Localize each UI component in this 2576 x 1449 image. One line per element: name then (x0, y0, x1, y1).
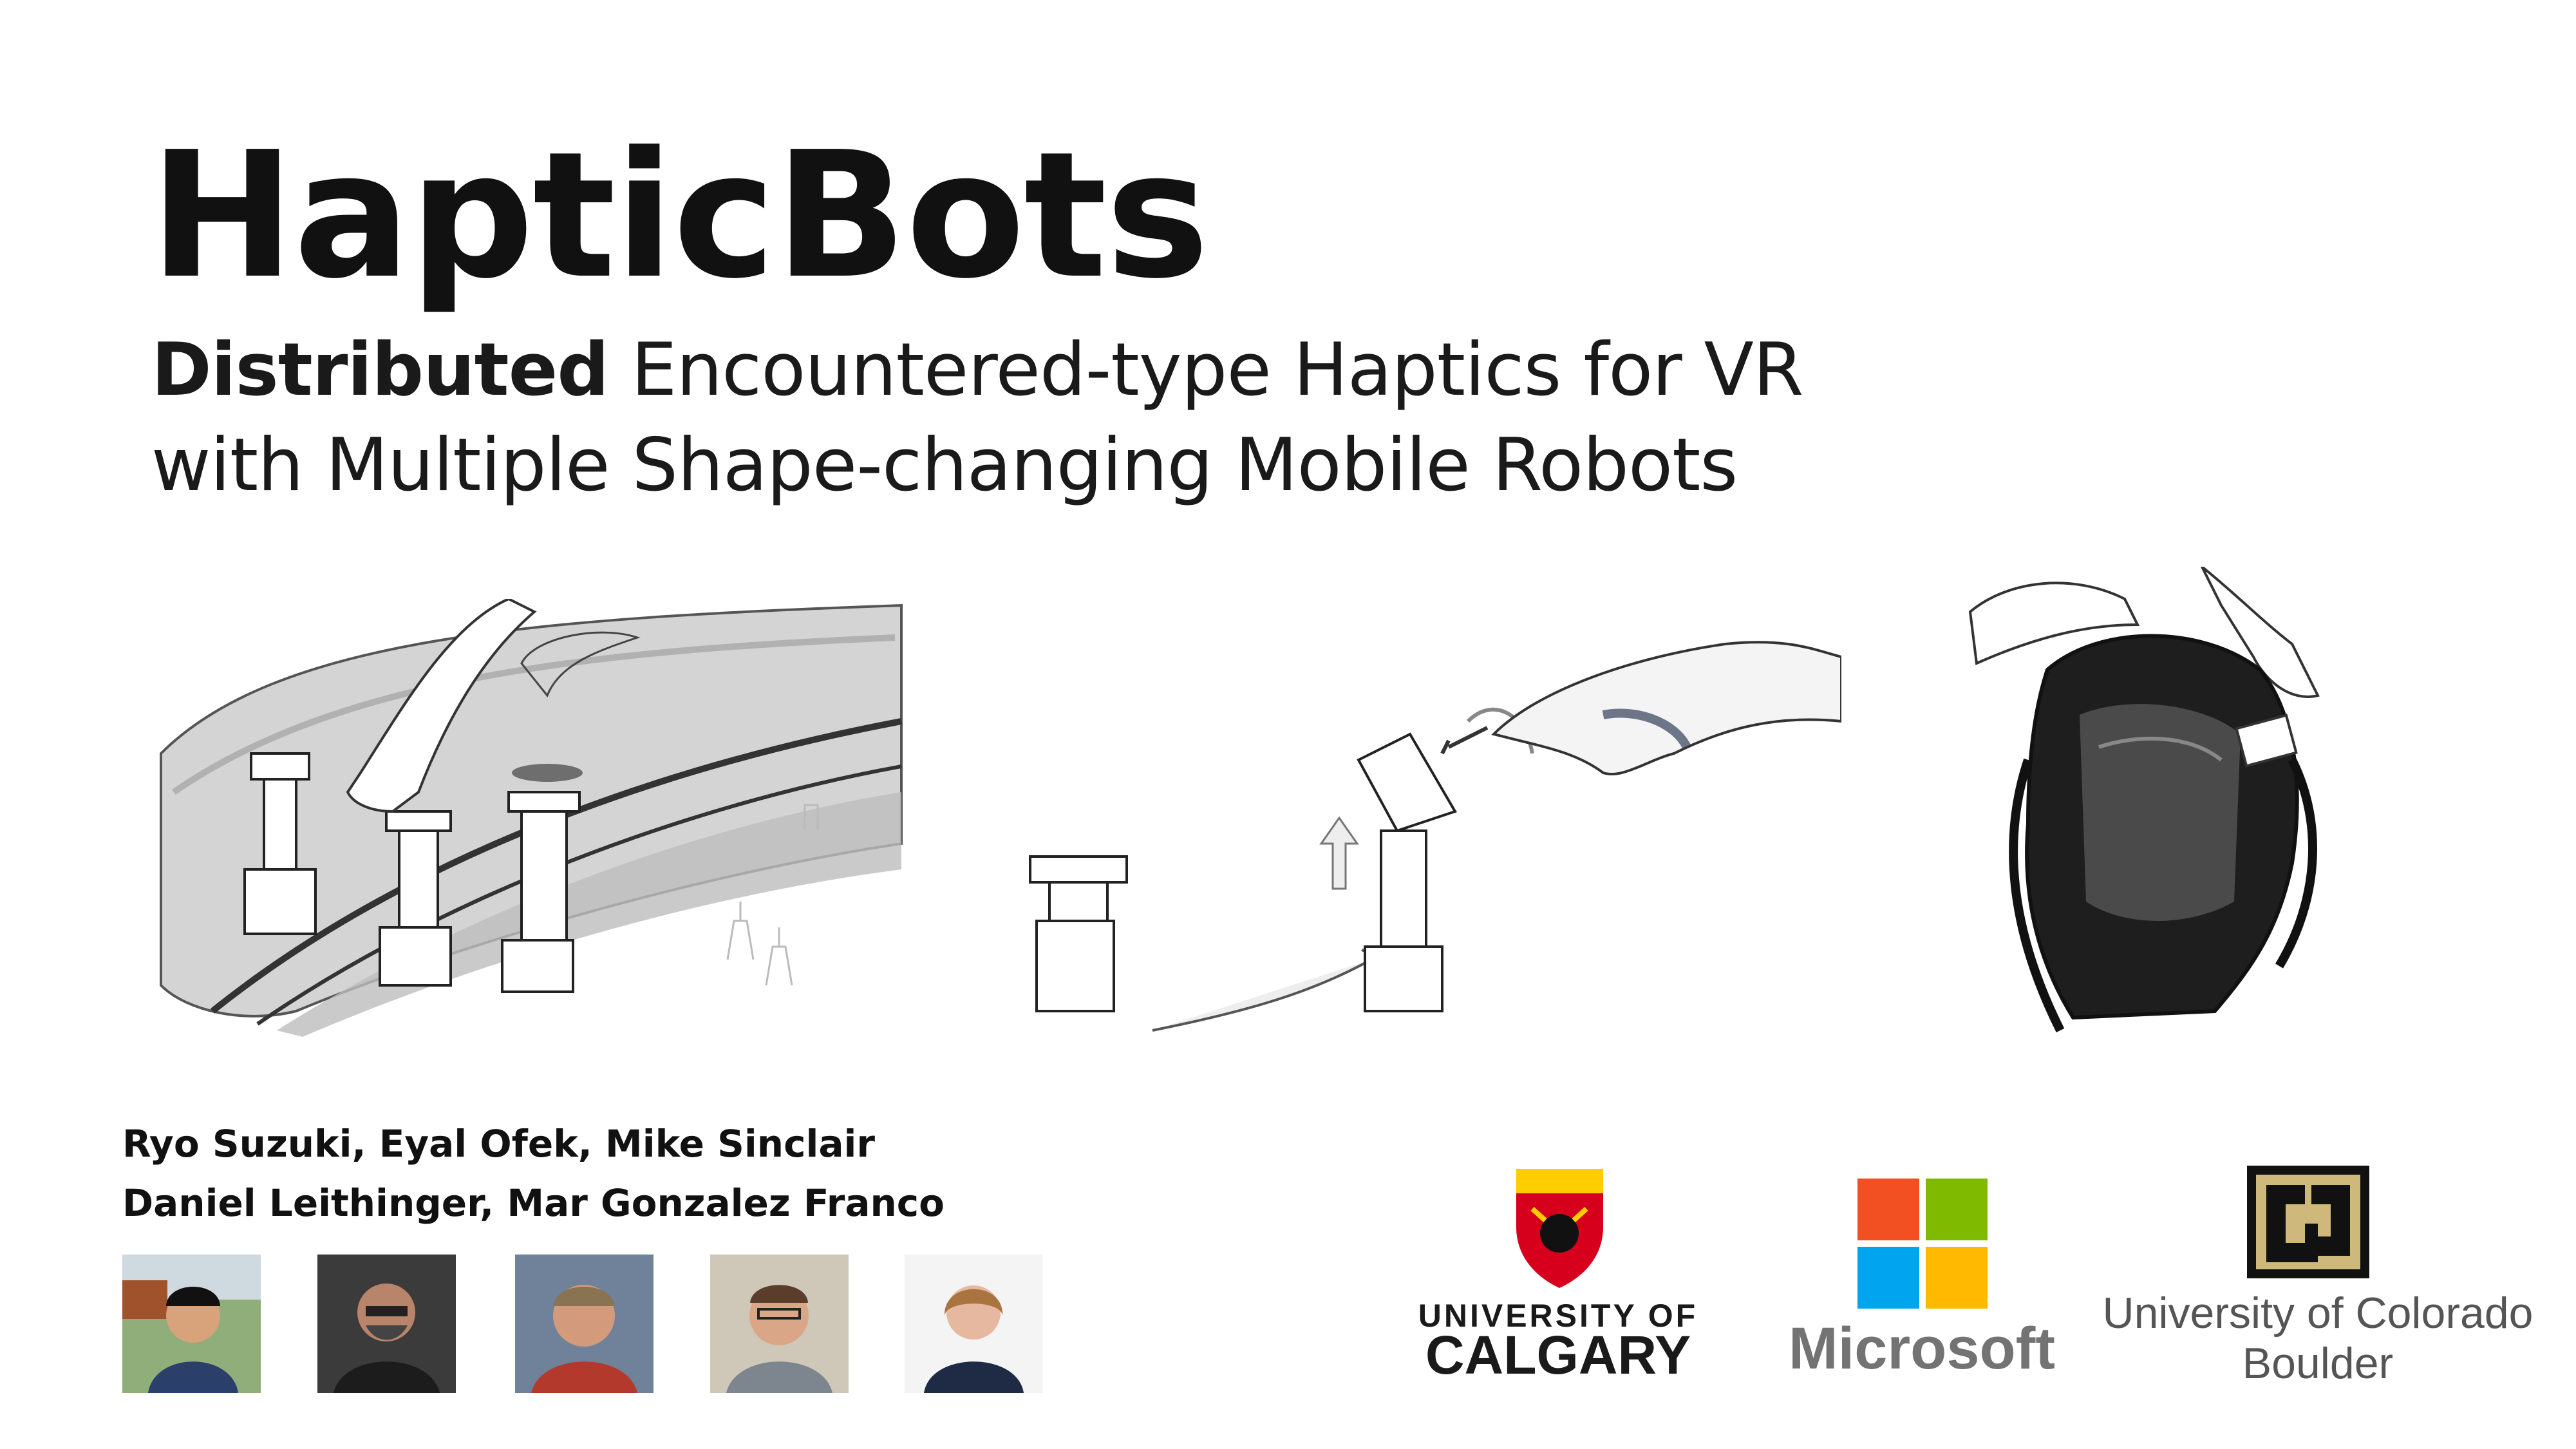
illustration-curved-surface (160, 599, 903, 1037)
slide: HapticBots Distributed Encountered-type … (0, 0, 2576, 1449)
subtitle-line-1: Distributed Encountered-type Haptics for… (151, 322, 1803, 417)
colorado-line-1: University of Colorado (2103, 1289, 2534, 1338)
author-photo-mar-gonzalez-franco (905, 1255, 1043, 1393)
microsoft-logo: Microsoft (1789, 1172, 2060, 1385)
colorado-line-2: Boulder (2242, 1339, 2393, 1388)
illustration-pointing-hand (1029, 641, 1841, 1032)
authors-line-1: Ryo Suzuki, Eyal Ofek, Mike Sinclair (122, 1122, 875, 1166)
subtitle-line-1-rest: Encountered-type Haptics for VR (608, 327, 1803, 412)
subtitle: Distributed Encountered-type Haptics for… (151, 322, 1803, 513)
illustration-backpack (1968, 567, 2320, 1033)
subtitle-bold-word: Distributed (151, 327, 609, 412)
microsoft-wordmark: Microsoft (1790, 1316, 2055, 1381)
subtitle-line-2: with Multiple Shape-changing Mobile Robo… (151, 422, 1738, 507)
author-photo-ryo-suzuki (122, 1255, 261, 1393)
author-photo-mike-sinclair (515, 1255, 653, 1393)
author-photo-daniel-leithinger (710, 1255, 849, 1393)
university-of-colorado-boulder-logo: University of Colorado Boulder (2092, 1159, 2543, 1397)
university-of-calgary-logo: UNIVERSITY OF CALGARY (1416, 1169, 1700, 1388)
author-photo-eyal-ofek (317, 1255, 456, 1393)
page-title: HapticBots (149, 114, 1209, 317)
authors-line-2: Daniel Leithinger, Mar Gonzalez Franco (122, 1181, 945, 1225)
authors: Ryo Suzuki, Eyal Ofek, Mike Sinclair Dan… (122, 1114, 945, 1233)
calgary-line-2: CALGARY (1425, 1325, 1691, 1385)
